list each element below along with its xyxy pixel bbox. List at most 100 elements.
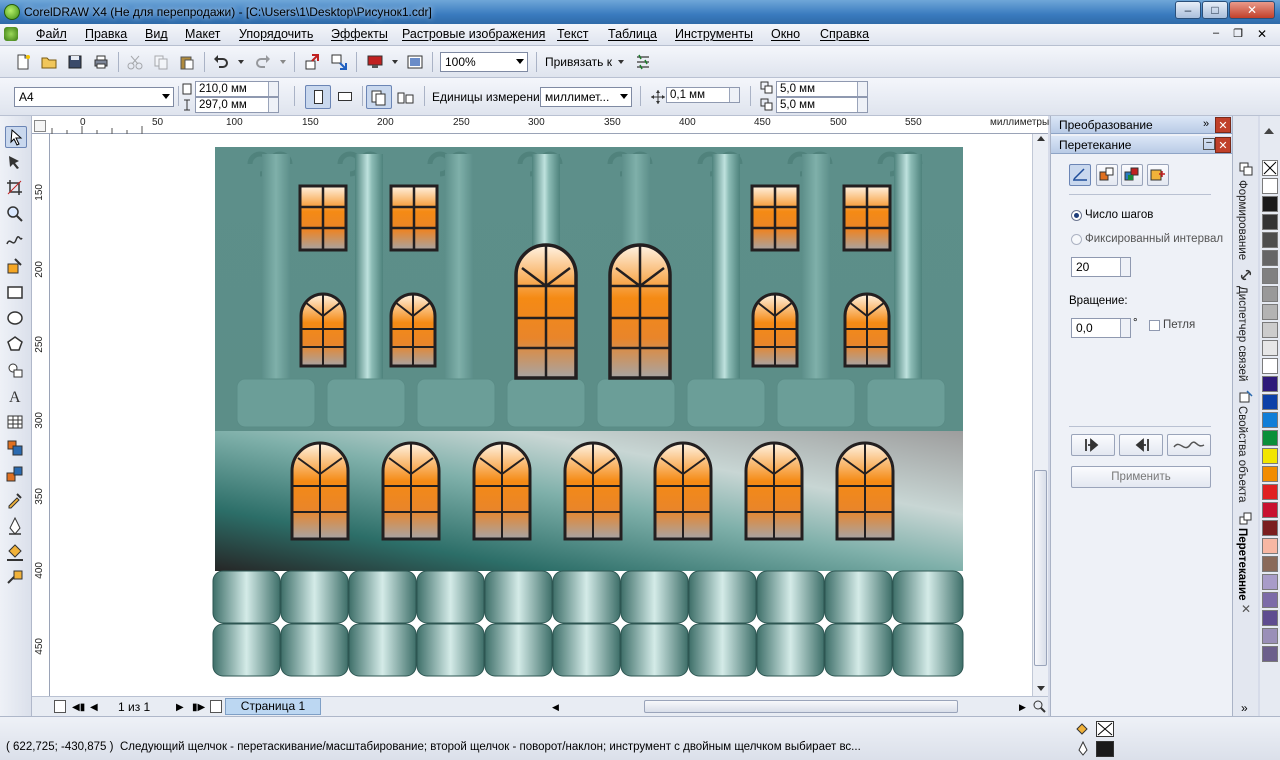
doc-restore-icon[interactable]: ❐ xyxy=(1230,27,1246,41)
pick-tool[interactable] xyxy=(5,126,27,148)
welcome-screen-icon[interactable] xyxy=(406,53,424,71)
palette-swatch[interactable] xyxy=(1262,358,1278,374)
start-object-button[interactable] xyxy=(1071,434,1115,456)
apply-button[interactable]: Применить xyxy=(1071,466,1211,488)
menu-layout[interactable]: Макет xyxy=(185,27,220,41)
basic-shapes-tool[interactable] xyxy=(5,360,27,382)
fill-color-swatch[interactable] xyxy=(1096,721,1114,737)
outline-pen-icon[interactable] xyxy=(1076,741,1090,757)
palette-swatch[interactable] xyxy=(1262,268,1278,284)
tab-blend[interactable]: Перетекание xyxy=(1236,528,1248,601)
drawing-canvas[interactable] xyxy=(50,134,1032,696)
steps-input[interactable]: 20 xyxy=(1071,257,1131,277)
scroll-left-arrow-icon[interactable]: ◀ xyxy=(552,702,559,713)
doc-close-icon[interactable]: ✕ xyxy=(1254,27,1270,41)
undo-icon[interactable] xyxy=(212,53,230,71)
rotation-input[interactable]: 0,0 xyxy=(1071,318,1131,338)
palette-swatch[interactable] xyxy=(1262,538,1278,554)
open-folder-icon[interactable] xyxy=(40,53,58,71)
nudge-input[interactable]: 0,1 мм xyxy=(666,87,740,103)
palette-swatch[interactable] xyxy=(1262,340,1278,356)
smart-fill-tool[interactable] xyxy=(5,256,27,278)
snap-to-label[interactable]: Привязать к xyxy=(545,55,612,69)
dimension-tool[interactable] xyxy=(5,438,27,460)
fill-indicator-icon[interactable] xyxy=(1074,721,1092,737)
snap-dropdown-icon[interactable] xyxy=(618,60,624,64)
palette-swatch[interactable] xyxy=(1262,286,1278,302)
application-launcher-icon[interactable] xyxy=(366,53,384,71)
all-pages-button[interactable] xyxy=(366,85,392,109)
export-icon[interactable] xyxy=(330,53,348,71)
menu-text[interactable]: Текст xyxy=(557,27,588,41)
palette-swatch[interactable] xyxy=(1262,610,1278,626)
blend-acceleration-page-button[interactable] xyxy=(1096,164,1118,186)
palette-swatch[interactable] xyxy=(1262,646,1278,662)
end-object-button[interactable] xyxy=(1119,434,1163,456)
tab-link-manager[interactable]: Диспетчер связей xyxy=(1236,286,1248,381)
menu-arrange[interactable]: Упорядочить xyxy=(239,27,313,41)
palette-swatch[interactable] xyxy=(1262,556,1278,572)
blend-steps-page-button[interactable] xyxy=(1069,164,1091,186)
portrait-button[interactable] xyxy=(305,85,331,109)
horizontal-ruler[interactable]: 0 50 100 150 200 250 300 350 400 450 500… xyxy=(32,116,1049,134)
more-tabs-icon[interactable]: » xyxy=(1241,701,1248,715)
menu-bitmaps[interactable]: Растровые изображения xyxy=(402,27,545,41)
palette-swatch[interactable] xyxy=(1262,430,1278,446)
print-icon[interactable] xyxy=(92,53,110,71)
next-page-icon[interactable]: ▶ xyxy=(176,702,184,713)
scroll-down-arrow-icon[interactable] xyxy=(1037,686,1045,691)
minimize-button[interactable]: – xyxy=(1175,1,1201,19)
doc-minimize-icon[interactable]: – xyxy=(1208,27,1224,41)
undo-dropdown-icon[interactable] xyxy=(238,60,244,64)
first-page-icon[interactable]: ◀▮ xyxy=(72,702,85,713)
ruler-origin[interactable] xyxy=(34,120,46,132)
redo-icon[interactable] xyxy=(254,53,272,71)
landscape-button[interactable] xyxy=(333,85,359,109)
interactive-fill-tool[interactable] xyxy=(5,568,27,590)
page-width-input[interactable]: 210,0 мм xyxy=(195,81,279,97)
table-tool[interactable] xyxy=(5,412,27,434)
palette-swatch[interactable] xyxy=(1262,466,1278,482)
menu-help[interactable]: Справка xyxy=(820,27,869,41)
duplicate-y-input[interactable]: 5,0 мм xyxy=(776,97,868,113)
palette-swatch[interactable] xyxy=(1262,574,1278,590)
collapse-docker-icon[interactable]: – xyxy=(1203,138,1215,150)
paste-icon[interactable] xyxy=(178,53,196,71)
copy-icon[interactable] xyxy=(152,53,170,71)
import-icon[interactable] xyxy=(304,53,322,71)
palette-swatch[interactable] xyxy=(1262,502,1278,518)
paper-size-combo[interactable]: A4 xyxy=(14,87,174,107)
duplicate-x-input[interactable]: 5,0 мм xyxy=(776,81,868,97)
palette-swatch[interactable] xyxy=(1262,520,1278,536)
close-transform-docker-icon[interactable]: ✕ xyxy=(1215,117,1231,133)
palette-scroll-up-icon[interactable] xyxy=(1264,128,1274,134)
close-blend-docker-icon[interactable]: ✕ xyxy=(1215,137,1231,153)
loop-checkbox[interactable] xyxy=(1149,320,1160,331)
tab-shaping[interactable]: Формирование xyxy=(1236,180,1248,260)
menu-table[interactable]: Таблица xyxy=(608,27,657,41)
save-icon[interactable] xyxy=(66,53,84,71)
new-document-icon[interactable] xyxy=(14,53,32,71)
rectangle-tool[interactable] xyxy=(5,282,27,304)
palette-swatch[interactable] xyxy=(1262,376,1278,392)
interactive-blend-tool[interactable] xyxy=(5,464,27,486)
page-tab[interactable]: Страница 1 xyxy=(225,698,321,715)
current-page-icon[interactable] xyxy=(397,89,415,105)
building-facade-drawing[interactable] xyxy=(50,134,1032,696)
vertical-ruler[interactable]: 150 200 250 300 350 400 450 xyxy=(32,134,50,696)
cut-icon[interactable] xyxy=(126,53,144,71)
document-icon[interactable] xyxy=(4,27,18,41)
palette-swatch[interactable] xyxy=(1262,394,1278,410)
outline-tool[interactable] xyxy=(5,516,27,538)
palette-swatch[interactable] xyxy=(1262,232,1278,248)
fixed-spacing-radio[interactable] xyxy=(1071,234,1082,245)
vertical-scrollbar[interactable] xyxy=(1032,134,1048,696)
crop-tool[interactable] xyxy=(5,178,27,200)
redo-dropdown-icon[interactable] xyxy=(280,60,286,64)
scroll-right-arrow-icon[interactable]: ▶ xyxy=(1019,702,1026,713)
horizontal-scroll-thumb[interactable] xyxy=(644,700,958,713)
palette-swatch[interactable] xyxy=(1262,628,1278,644)
launcher-dropdown-icon[interactable] xyxy=(392,60,398,64)
palette-swatch[interactable] xyxy=(1262,322,1278,338)
palette-swatch[interactable] xyxy=(1262,448,1278,464)
